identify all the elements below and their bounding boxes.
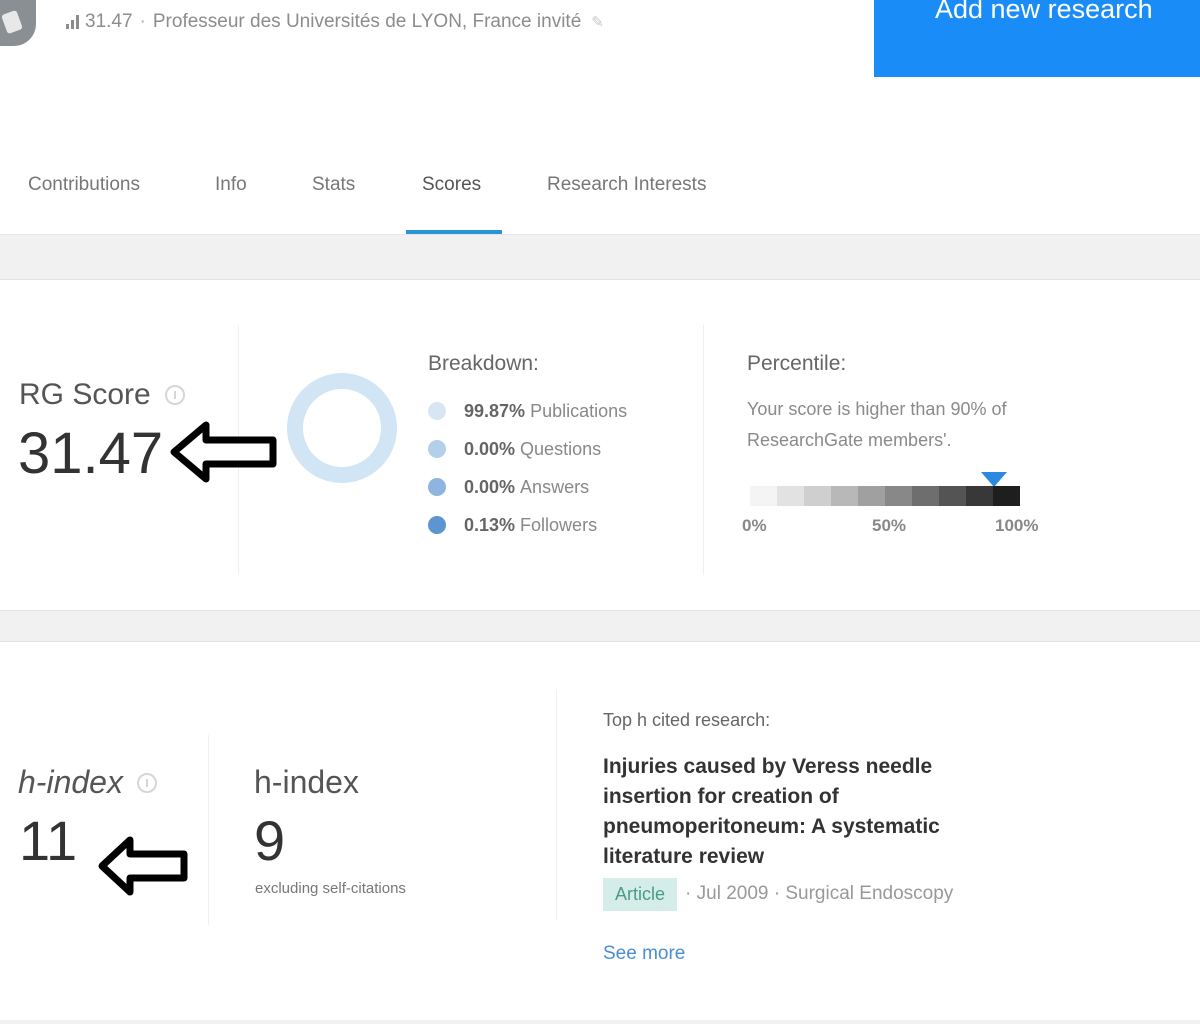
- arrow-left-icon: [170, 421, 277, 483]
- top-cited-title: Top h cited research:: [603, 710, 771, 730]
- percentile-segment: [993, 486, 1020, 506]
- paper-meta: Article · Jul 2009 · Surgical Endoscopy: [603, 876, 953, 912]
- section-divider: [0, 1020, 1200, 1024]
- breakdown-label: Publications: [530, 400, 628, 421]
- h-index-excl-caption: excluding self-citations: [255, 880, 406, 897]
- h-index-excl-value: 9: [254, 809, 286, 872]
- section-divider: [0, 234, 1200, 280]
- header-separator: ·: [139, 11, 146, 32]
- header-line: 31.47 · Professeur des Universités de LY…: [66, 8, 604, 36]
- breakdown-dot: [428, 478, 446, 496]
- percentile-segment: [885, 486, 912, 506]
- percentile-segment: [831, 486, 858, 506]
- score-bars-icon: [66, 15, 79, 29]
- column-divider: [556, 690, 557, 920]
- percentile-segment: [912, 486, 939, 506]
- paper-date: Jul 2009: [696, 883, 769, 904]
- percentile-tick: 50%: [872, 516, 907, 535]
- h-index-value: 11: [19, 809, 78, 872]
- percentile-segment: [939, 486, 966, 506]
- breakdown-pct: 0.13%: [464, 514, 516, 535]
- tab-info[interactable]: Info: [215, 165, 247, 235]
- rg-score-value: 31.47: [18, 421, 164, 486]
- percentile-bar: [750, 486, 1020, 506]
- header-subtitle: Professeur des Universités de LYON, Fran…: [152, 11, 582, 32]
- percentile-segment: [966, 486, 993, 506]
- percentile-segment: [858, 486, 885, 506]
- rg-score-label: RG Score: [19, 378, 151, 411]
- breakdown-item-publications: 99.87% Publications: [428, 397, 627, 425]
- breakdown-dot: [428, 516, 446, 534]
- percentile-tick: 0%: [742, 516, 767, 535]
- percentile-marker: [981, 472, 1007, 487]
- column-divider: [208, 735, 209, 925]
- tab-stats[interactable]: Stats: [312, 165, 355, 235]
- percentile-text: Your score is higher than 90% of Researc…: [747, 399, 1007, 450]
- meta-separator: ·: [685, 883, 692, 904]
- percentile-segment: [777, 486, 804, 506]
- article-badge: Article: [603, 877, 678, 911]
- breakdown-dot: [428, 440, 446, 458]
- pencil-icon[interactable]: ✎: [591, 13, 604, 31]
- breakdown-label: Answers: [520, 476, 590, 497]
- tab-contributions[interactable]: Contributions: [28, 165, 140, 235]
- h-index-excl-title: h-index: [254, 764, 359, 800]
- header-score: 31.47: [85, 11, 133, 32]
- percentile-tick: 100%: [995, 516, 1039, 535]
- percentile-segment: [804, 486, 831, 506]
- h-index-label: h-index: [18, 764, 123, 800]
- rg-score-title: RG Score: [19, 378, 185, 412]
- section-divider: [0, 610, 1200, 642]
- tab-bar: Contributions Info Stats Scores Research…: [0, 165, 760, 235]
- breakdown-item-questions: 0.00% Questions: [428, 435, 601, 463]
- tab-research-interests[interactable]: Research Interests: [547, 165, 706, 235]
- meta-separator: ·: [773, 883, 781, 904]
- breakdown-item-followers: 0.13% Followers: [428, 511, 597, 539]
- paper-title-link[interactable]: Injuries caused by Veress needle inserti…: [603, 752, 1003, 872]
- info-icon[interactable]: [164, 385, 185, 405]
- breakdown-pct: 0.00%: [464, 476, 516, 497]
- percentile-title: Percentile:: [747, 352, 847, 375]
- see-more-link[interactable]: See more: [603, 943, 685, 965]
- paper-journal[interactable]: Surgical Endoscopy: [785, 883, 953, 905]
- breakdown-item-answers: 0.00% Answers: [428, 473, 589, 501]
- info-icon[interactable]: [136, 772, 157, 793]
- breakdown-label: Questions: [520, 438, 602, 459]
- avatar[interactable]: [0, 0, 36, 46]
- score-donut: [287, 373, 397, 483]
- tab-scores[interactable]: Scores: [422, 165, 481, 235]
- percentile-segment: [750, 486, 777, 506]
- breakdown-title: Breakdown:: [428, 352, 539, 375]
- h-index-title: h-index: [18, 764, 157, 801]
- breakdown-label: Followers: [520, 514, 598, 535]
- column-divider: [703, 325, 704, 575]
- breakdown-dot: [428, 402, 446, 420]
- arrow-left-icon: [98, 836, 188, 896]
- breakdown-pct: 99.87%: [464, 400, 526, 421]
- add-new-research-button[interactable]: Add new research: [874, 0, 1200, 77]
- breakdown-pct: 0.00%: [464, 438, 516, 459]
